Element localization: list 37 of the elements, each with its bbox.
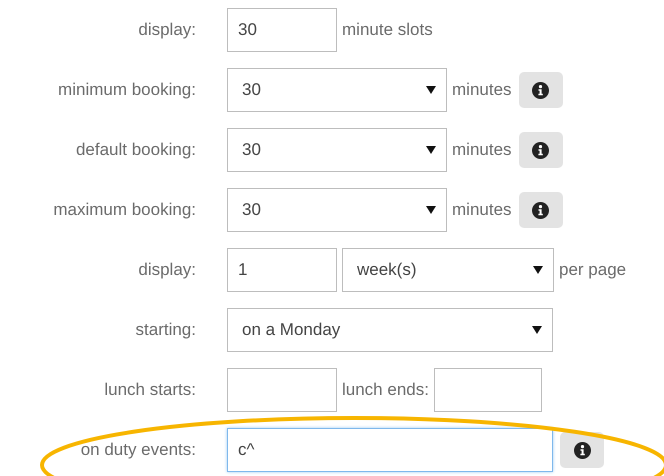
unit-label: minutes — [452, 140, 512, 160]
input-field[interactable]: c^ — [227, 428, 553, 472]
info-icon — [532, 202, 550, 218]
unit-label: lunch ends: — [342, 380, 429, 400]
field-label: display: — [138, 260, 196, 280]
info-icon — [532, 82, 550, 98]
field-label: maximum booking: — [53, 200, 196, 220]
caret-icon — [532, 326, 542, 334]
input-field[interactable]: 30 — [227, 8, 337, 52]
unit-label: minutes — [452, 80, 512, 100]
dropdown[interactable]: 30 — [227, 128, 447, 172]
field-label: starting: — [136, 320, 196, 340]
caret-icon — [426, 86, 436, 94]
input-field[interactable] — [227, 368, 337, 412]
input-field[interactable]: 1 — [227, 248, 337, 292]
info-icon — [574, 442, 590, 458]
info-button[interactable] — [518, 192, 563, 228]
caret-icon — [533, 266, 543, 274]
unit-label: minute slots — [342, 20, 433, 40]
field-label: minimum booking: — [58, 80, 196, 100]
dropdown[interactable]: week(s) — [342, 248, 554, 292]
info-button[interactable] — [518, 72, 563, 108]
info-button[interactable] — [560, 432, 604, 468]
unit-label: per page — [559, 260, 626, 280]
field-label: display: — [138, 20, 196, 40]
info-button[interactable] — [518, 132, 563, 168]
dropdown[interactable]: 30 — [227, 188, 447, 232]
dropdown[interactable]: on a Monday — [227, 308, 553, 352]
input-field[interactable] — [434, 368, 542, 412]
dropdown[interactable]: 30 — [227, 68, 447, 112]
unit-label: minutes — [452, 200, 512, 220]
caret-icon — [426, 146, 436, 154]
field-label: lunch starts: — [104, 380, 196, 400]
field-label: on duty events: — [80, 440, 196, 460]
field-label: default booking: — [76, 140, 196, 160]
info-icon — [532, 142, 550, 158]
caret-icon — [426, 206, 436, 214]
